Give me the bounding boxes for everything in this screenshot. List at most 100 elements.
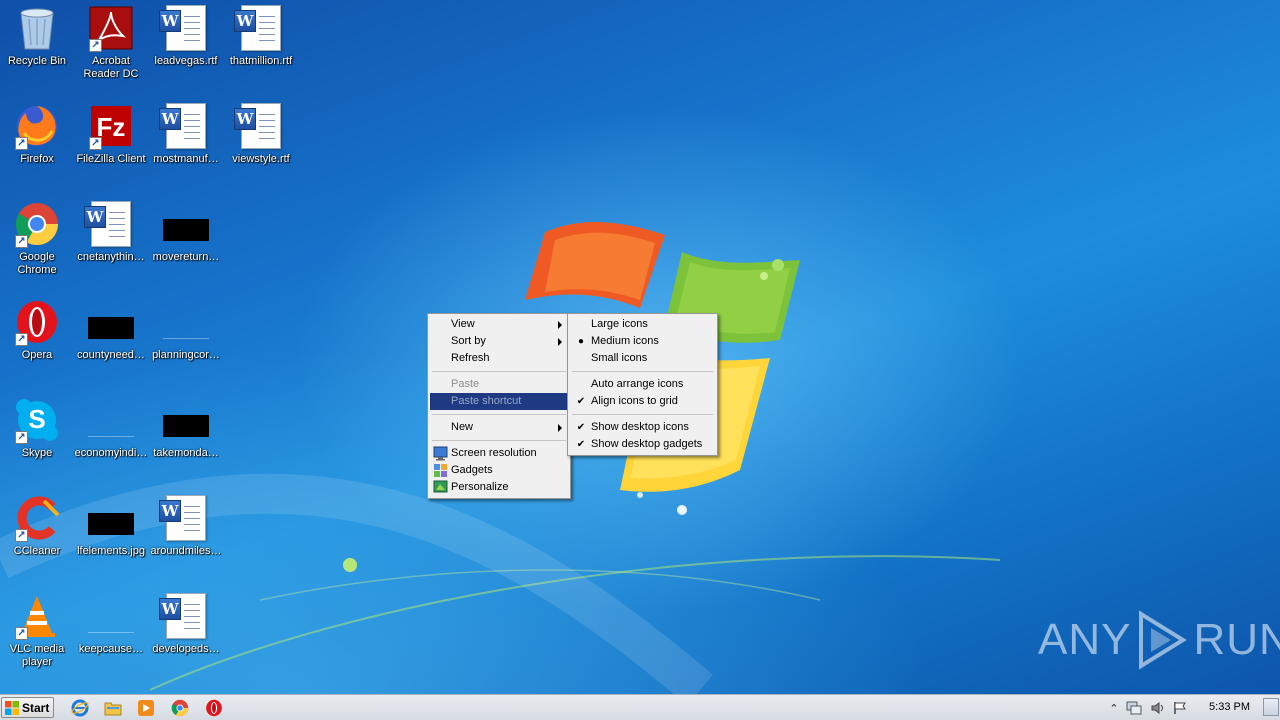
system-tray: ⌃ 5:33 PM bbox=[1104, 695, 1280, 720]
menu-separator bbox=[432, 371, 566, 372]
icon-label: Opera bbox=[21, 349, 53, 361]
menu-item-large-icons[interactable]: Large icons bbox=[570, 316, 715, 333]
menu-item-medium-icons[interactable]: ● Medium icons bbox=[570, 333, 715, 350]
menu-item-label: Show desktop gadgets bbox=[591, 438, 703, 450]
start-label: Start bbox=[22, 700, 50, 715]
menu-item-label: Refresh bbox=[451, 352, 490, 364]
desktop-file-movereturn[interactable]: movereturn… bbox=[149, 200, 223, 290]
gadgets-icon bbox=[434, 464, 447, 477]
menu-item-sort-by[interactable]: Sort by bbox=[430, 333, 568, 350]
desktop-file-aroundmiles[interactable]: W aroundmiles… bbox=[149, 494, 223, 584]
blank-thumbnail-icon bbox=[87, 396, 135, 444]
shortcut-arrow-icon: ↗ bbox=[15, 235, 28, 248]
taskbar-chrome[interactable] bbox=[170, 698, 190, 718]
firefox-icon: ↗ bbox=[13, 102, 61, 150]
shortcut-arrow-icon: ↗ bbox=[15, 529, 28, 542]
menu-item-show-desktop-icons[interactable]: ✔ Show desktop icons bbox=[570, 419, 715, 436]
desktop-icon-ccleaner[interactable]: ↗ CCleaner bbox=[0, 494, 74, 584]
menu-item-auto-arrange[interactable]: Auto arrange icons bbox=[570, 376, 715, 393]
desktop-file-takemonda[interactable]: takemonda… bbox=[149, 396, 223, 486]
menu-item-gadgets[interactable]: Gadgets bbox=[430, 462, 568, 479]
icon-label: VLC media player bbox=[9, 643, 65, 668]
volume-icon[interactable] bbox=[1150, 700, 1166, 716]
menu-item-paste[interactable]: Paste bbox=[430, 376, 568, 393]
desktop-context-menu: View Sort by Refresh Paste Paste shortcu… bbox=[427, 313, 571, 499]
taskbar-windows-explorer[interactable] bbox=[103, 698, 123, 718]
menu-item-screen-resolution[interactable]: Screen resolution bbox=[430, 445, 568, 462]
desktop-file-thatmillion[interactable]: W thatmillion.rtf bbox=[224, 4, 298, 94]
icon-label: Skype bbox=[21, 447, 53, 459]
shortcut-arrow-icon: ↗ bbox=[15, 627, 28, 640]
desktop-file-viewstyle[interactable]: W viewstyle.rtf bbox=[224, 102, 298, 192]
desktop-icon-opera[interactable]: ↗ Opera bbox=[0, 298, 74, 388]
shortcut-arrow-icon: ↗ bbox=[89, 39, 102, 52]
menu-item-refresh[interactable]: Refresh bbox=[430, 350, 568, 367]
desktop-file-lfelements[interactable]: lfelements.jpg bbox=[74, 494, 148, 584]
menu-separator bbox=[432, 414, 566, 415]
icon-label: cnetanythin… bbox=[77, 251, 145, 263]
desktop-icon-filezilla[interactable]: Fz ↗ FileZilla Client bbox=[74, 102, 148, 192]
show-hidden-icons-chevron-icon[interactable]: ⌃ bbox=[1106, 700, 1122, 716]
taskbar-media-player[interactable] bbox=[136, 698, 156, 718]
desktop-file-keepcause[interactable]: keepcause… bbox=[74, 592, 148, 682]
menu-separator bbox=[572, 371, 713, 372]
icon-label: Acrobat Reader DC bbox=[83, 55, 139, 80]
menu-item-personalize[interactable]: Personalize bbox=[430, 479, 568, 496]
desktop-icon-firefox[interactable]: ↗ Firefox bbox=[0, 102, 74, 192]
menu-item-show-desktop-gadgets[interactable]: ✔ Show desktop gadgets bbox=[570, 436, 715, 453]
desktop-file-economyindi[interactable]: economyindi… bbox=[74, 396, 148, 486]
taskbar: Start ⌃ 5:33 PM bbox=[0, 694, 1280, 720]
taskbar-internet-explorer[interactable] bbox=[70, 698, 90, 718]
menu-item-label: Show desktop icons bbox=[591, 421, 689, 433]
menu-item-small-icons[interactable]: Small icons bbox=[570, 350, 715, 367]
icon-label: Recycle Bin bbox=[7, 55, 67, 67]
menu-item-align-to-grid[interactable]: ✔ Align icons to grid bbox=[570, 393, 715, 410]
icon-label: movereturn… bbox=[152, 251, 220, 263]
media-player-icon bbox=[138, 700, 154, 716]
checkmark-icon: ✔ bbox=[576, 396, 586, 407]
desktop-icon-google-chrome[interactable]: ↗ Google Chrome bbox=[0, 200, 74, 290]
word-document-icon: W bbox=[84, 200, 135, 248]
menu-item-label: Medium icons bbox=[591, 335, 659, 347]
start-button[interactable]: Start bbox=[1, 697, 54, 718]
menu-item-label: New bbox=[451, 421, 474, 433]
desktop-icon-recycle-bin[interactable]: Recycle Bin bbox=[0, 4, 74, 94]
menu-item-label: Paste bbox=[451, 378, 480, 390]
desktop-icon-acrobat[interactable]: ↗ Acrobat Reader DC bbox=[74, 4, 148, 94]
windows-explorer-icon bbox=[104, 702, 122, 716]
icon-label: economyindi… bbox=[74, 447, 148, 459]
menu-item-new[interactable]: New bbox=[430, 419, 568, 436]
word-document-icon: W bbox=[234, 4, 285, 52]
desktop-file-cnetanythin[interactable]: W cnetanythin… bbox=[74, 200, 148, 290]
menu-item-view[interactable]: View bbox=[430, 316, 568, 333]
menu-item-label: Paste shortcut bbox=[451, 395, 522, 407]
skype-icon: S ↗ bbox=[13, 396, 61, 444]
opera-icon: ↗ bbox=[13, 298, 61, 346]
view-submenu: Large icons ● Medium icons Small icons Au… bbox=[567, 313, 718, 456]
screen-resolution-icon bbox=[433, 446, 448, 461]
word-document-icon: W bbox=[234, 102, 285, 150]
menu-item-label: Small icons bbox=[591, 352, 648, 364]
icon-label: aroundmiles… bbox=[150, 545, 222, 557]
clock[interactable]: 5:33 PM bbox=[1209, 701, 1250, 713]
chrome-icon bbox=[171, 699, 189, 717]
desktop-icon-skype[interactable]: S ↗ Skype bbox=[0, 396, 74, 486]
desktop-file-countyneed[interactable]: countyneed… bbox=[74, 298, 148, 388]
svg-text:S: S bbox=[28, 404, 45, 434]
desktop-file-planningcor[interactable]: planningcor… bbox=[149, 298, 223, 388]
ccleaner-icon: ↗ bbox=[13, 494, 61, 542]
black-thumbnail-icon bbox=[162, 396, 210, 444]
menu-item-paste-shortcut[interactable]: Paste shortcut bbox=[430, 393, 568, 410]
blank-thumbnail-icon bbox=[87, 592, 135, 640]
submenu-arrow-icon bbox=[558, 338, 562, 346]
desktop-icon-vlc[interactable]: ↗ VLC media player bbox=[0, 592, 74, 682]
desktop-file-leadvegas[interactable]: W leadvegas.rtf bbox=[149, 4, 223, 94]
personalize-icon bbox=[433, 480, 448, 493]
desktop-file-mostmanuf[interactable]: W mostmanuf… bbox=[149, 102, 223, 192]
action-center-icon[interactable] bbox=[1126, 700, 1142, 716]
desktop-file-developeds[interactable]: W developeds… bbox=[149, 592, 223, 682]
network-flag-icon[interactable] bbox=[1172, 700, 1188, 716]
show-desktop-button[interactable] bbox=[1263, 698, 1279, 716]
black-thumbnail-icon bbox=[162, 200, 210, 248]
taskbar-opera[interactable] bbox=[204, 698, 224, 718]
